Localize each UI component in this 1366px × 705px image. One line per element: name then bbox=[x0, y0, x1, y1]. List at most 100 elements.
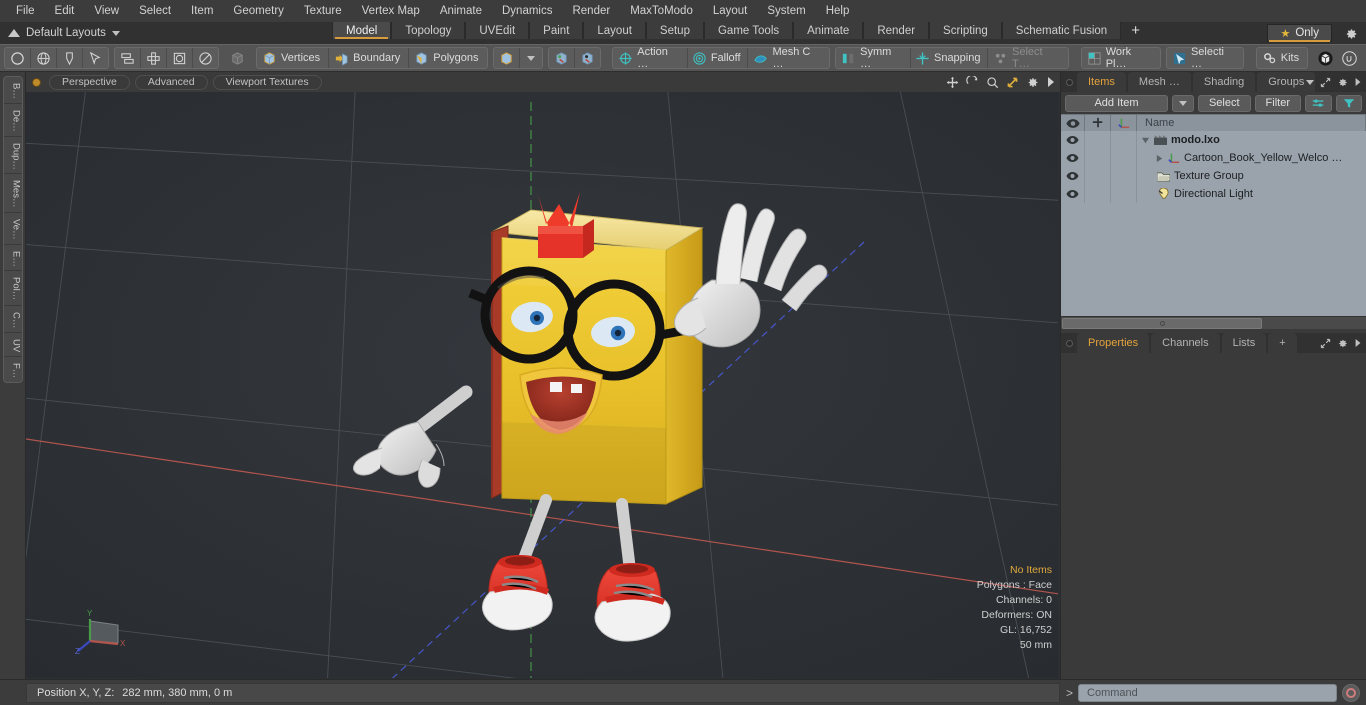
row-transform-cell[interactable] bbox=[1111, 131, 1137, 149]
collapse-toolbar-button[interactable] bbox=[0, 22, 22, 44]
row-visibility-toggle[interactable] bbox=[1061, 185, 1085, 203]
properties-menu-dot[interactable] bbox=[1061, 333, 1077, 353]
selection-cube-button[interactable] bbox=[494, 48, 520, 68]
table-row[interactable]: Cartoon_Book_Yellow_Welco … bbox=[1061, 149, 1366, 167]
modo-logo-button[interactable] bbox=[1313, 48, 1337, 68]
viewport-menu-dot[interactable] bbox=[32, 77, 41, 87]
chevron-down-icon[interactable] bbox=[1141, 136, 1150, 145]
row-lock-cell[interactable] bbox=[1085, 167, 1111, 185]
left-tab-duplicate[interactable]: Dup… bbox=[3, 137, 22, 175]
list-options-button[interactable] bbox=[1305, 94, 1332, 112]
panel-menu-dot[interactable] bbox=[1061, 72, 1077, 92]
left-tab-mesh[interactable]: Mes… bbox=[3, 174, 22, 213]
menu-item-view[interactable]: View bbox=[84, 0, 129, 22]
gear-icon[interactable] bbox=[1026, 76, 1039, 89]
add-tab-button[interactable]: + bbox=[1121, 22, 1150, 39]
tab-game-tools[interactable]: Game Tools bbox=[703, 22, 794, 39]
circle-tool-button[interactable] bbox=[5, 48, 31, 68]
tab-setup[interactable]: Setup bbox=[645, 22, 704, 39]
rotate-icon[interactable] bbox=[966, 75, 979, 89]
column-lock[interactable] bbox=[1085, 115, 1111, 131]
tab-model[interactable]: Model bbox=[332, 22, 392, 39]
chevron-down-icon[interactable] bbox=[1306, 79, 1314, 85]
only-toggle-button[interactable]: ★ Only bbox=[1267, 24, 1332, 42]
tab-mesh-ops[interactable]: Mesh … bbox=[1127, 72, 1191, 92]
tab-properties[interactable]: Properties bbox=[1077, 333, 1150, 353]
tab-render[interactable]: Render bbox=[863, 22, 930, 39]
add-item-dropdown[interactable] bbox=[1171, 94, 1194, 112]
falloff-tool-button[interactable] bbox=[57, 48, 83, 68]
item-list-horizontal-scrollbar[interactable] bbox=[1061, 316, 1366, 329]
items-mode-button[interactable] bbox=[225, 48, 250, 68]
left-tab-fusion[interactable]: F… bbox=[4, 357, 22, 382]
tab-channels[interactable]: Channels bbox=[1151, 333, 1220, 353]
add-properties-tab-button[interactable]: + bbox=[1268, 333, 1297, 353]
list-item[interactable]: Cartoon_Book_Yellow_Welco … bbox=[1137, 149, 1366, 167]
row-lock-cell[interactable] bbox=[1085, 131, 1111, 149]
menu-item-texture[interactable]: Texture bbox=[294, 0, 352, 22]
menu-item-vertex-map[interactable]: Vertex Map bbox=[352, 0, 430, 22]
play-icon[interactable] bbox=[1354, 77, 1362, 87]
table-row[interactable]: Directional Light bbox=[1061, 185, 1366, 203]
list-item[interactable]: Texture Group bbox=[1137, 167, 1366, 185]
action-center-button[interactable]: Action … bbox=[613, 46, 688, 70]
tab-items[interactable]: Items bbox=[1077, 72, 1126, 92]
menu-item-select[interactable]: Select bbox=[129, 0, 181, 22]
vertices-mode-button[interactable]: Vertices bbox=[257, 48, 330, 68]
default-layouts-dropdown[interactable]: Default Layouts bbox=[22, 22, 130, 44]
left-tab-basic[interactable]: B… bbox=[3, 77, 22, 104]
tab-topology[interactable]: Topology bbox=[391, 22, 466, 39]
snapping-button[interactable]: Snapping bbox=[911, 48, 988, 68]
row-visibility-toggle[interactable] bbox=[1061, 149, 1085, 167]
gear-icon[interactable] bbox=[1337, 77, 1348, 88]
add-item-button[interactable]: Add Item bbox=[1065, 94, 1168, 112]
viewport-textures-button[interactable]: Viewport Textures bbox=[212, 74, 322, 90]
kits-button[interactable]: Kits bbox=[1257, 48, 1307, 68]
work-plane-button[interactable]: Work Pl… bbox=[1082, 46, 1160, 70]
move-icon[interactable] bbox=[946, 76, 959, 89]
tab-uvedit[interactable]: UVEdit bbox=[465, 22, 530, 39]
tab-layout[interactable]: Layout bbox=[583, 22, 646, 39]
unreal-logo-button[interactable] bbox=[1338, 48, 1362, 68]
column-transform[interactable] bbox=[1111, 115, 1137, 131]
filter-button[interactable]: Filter bbox=[1254, 94, 1301, 112]
falloff-button[interactable]: Falloff bbox=[688, 48, 749, 68]
select-through-button[interactable]: Select T… bbox=[988, 46, 1068, 70]
command-input[interactable]: Command bbox=[1078, 683, 1337, 702]
row-lock-cell[interactable] bbox=[1085, 185, 1111, 203]
row-visibility-toggle[interactable] bbox=[1061, 167, 1085, 185]
tab-shading[interactable]: Shading bbox=[1192, 72, 1256, 92]
axis-gizmo[interactable]: Y X Z bbox=[74, 605, 130, 657]
fit-icon[interactable] bbox=[1006, 76, 1019, 89]
menu-item-render[interactable]: Render bbox=[562, 0, 620, 22]
globe-tool-button[interactable] bbox=[31, 48, 57, 68]
menu-item-edit[interactable]: Edit bbox=[45, 0, 85, 22]
layout-settings-button[interactable] bbox=[1342, 25, 1360, 43]
square-tool-button[interactable] bbox=[167, 48, 193, 68]
ellipse-tool-button[interactable] bbox=[193, 48, 218, 68]
shading-mode-b-button[interactable] bbox=[575, 48, 600, 68]
table-row[interactable]: Texture Group bbox=[1061, 167, 1366, 185]
menu-item-geometry[interactable]: Geometry bbox=[223, 0, 294, 22]
tab-paint[interactable]: Paint bbox=[529, 22, 584, 39]
mesh-constraint-button[interactable]: Mesh C … bbox=[748, 46, 829, 70]
zoom-icon[interactable] bbox=[986, 76, 999, 89]
menu-item-item[interactable]: Item bbox=[181, 0, 223, 22]
list-item[interactable]: Directional Light bbox=[1137, 185, 1366, 203]
record-macro-button[interactable] bbox=[1342, 683, 1360, 702]
gear-icon[interactable] bbox=[1337, 338, 1348, 349]
shading-mode-a-button[interactable] bbox=[549, 48, 575, 68]
3d-viewport[interactable]: -Z bbox=[26, 92, 1060, 679]
center-tool-button[interactable] bbox=[141, 48, 167, 68]
item-list[interactable]: modo.lxo Cartoon_Book_Yellow_Welco … Tex… bbox=[1061, 131, 1366, 316]
viewport-shading-button[interactable]: Advanced bbox=[134, 74, 208, 90]
selection-button[interactable]: Selecti … bbox=[1167, 46, 1243, 70]
align-tool-button[interactable] bbox=[115, 48, 141, 68]
tab-animate[interactable]: Animate bbox=[793, 22, 864, 39]
tab-schematic-fusion[interactable]: Schematic Fusion bbox=[1001, 22, 1122, 39]
list-item[interactable]: modo.lxo bbox=[1137, 131, 1366, 149]
row-lock-cell[interactable] bbox=[1085, 149, 1111, 167]
menu-item-dynamics[interactable]: Dynamics bbox=[492, 0, 562, 22]
menu-item-help[interactable]: Help bbox=[816, 0, 860, 22]
menu-item-animate[interactable]: Animate bbox=[430, 0, 492, 22]
